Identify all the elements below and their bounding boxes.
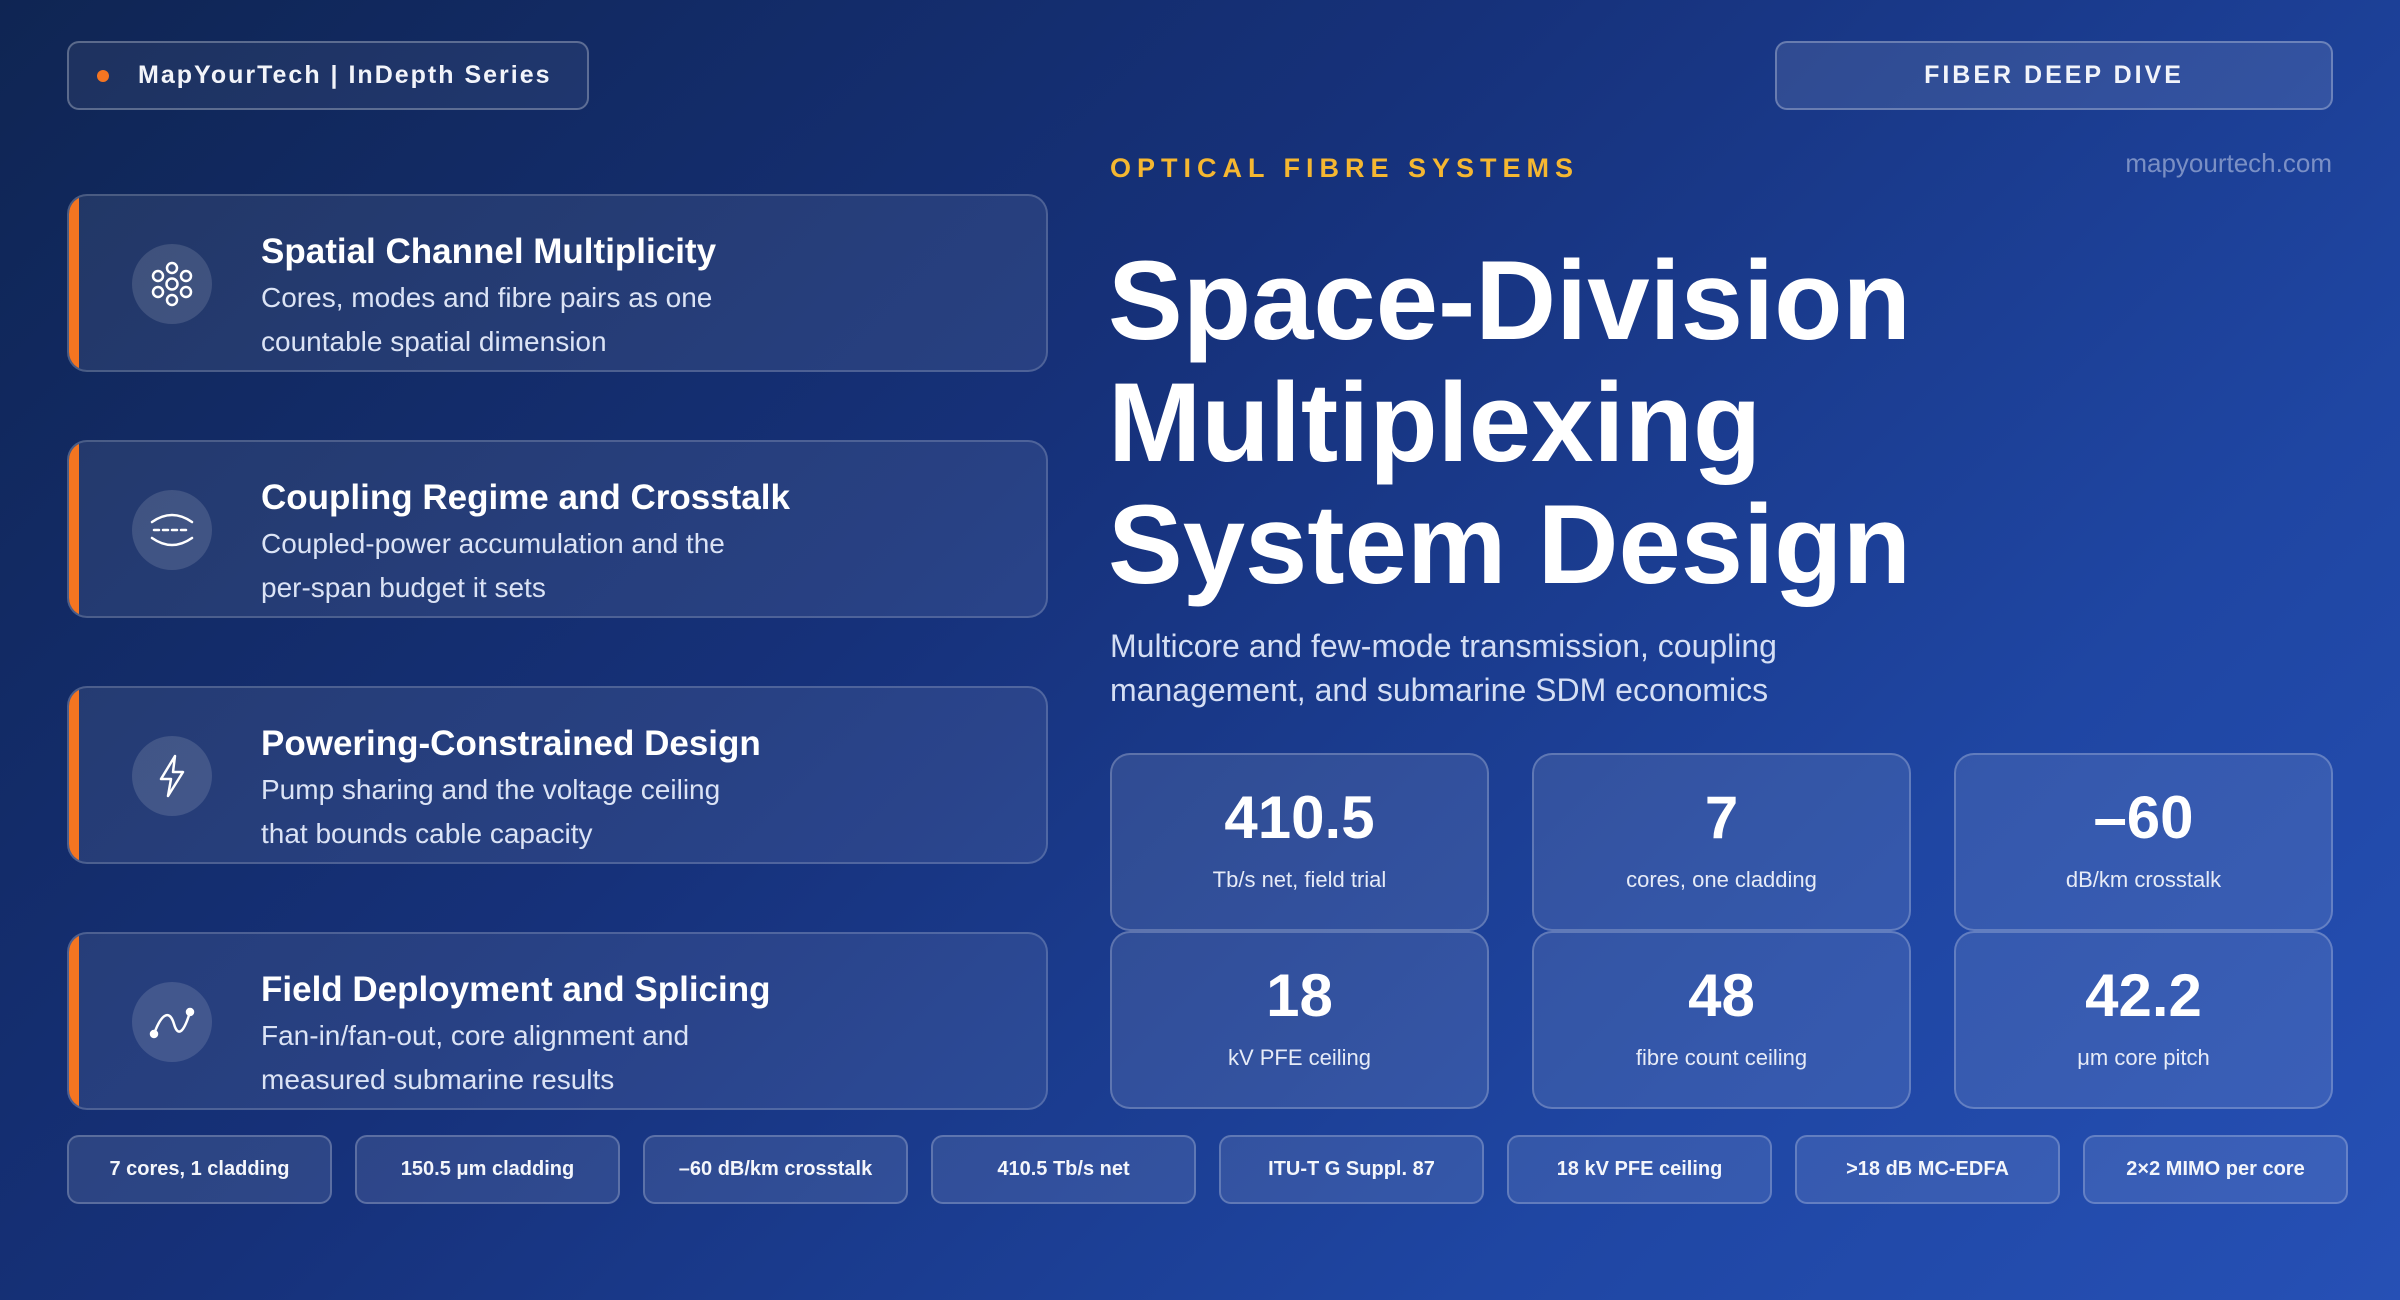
- stat-label: cores, one cladding: [1626, 867, 1817, 892]
- wave-curve-icon: [132, 982, 212, 1062]
- topic-card-description: Fan-in/fan-out, core alignment and measu…: [261, 1014, 781, 1102]
- stat-card-throughput: 410.5 Tb/s net, field trial: [1110, 753, 1489, 931]
- stat-card-core-pitch: 42.2 μm core pitch: [1954, 931, 2333, 1109]
- topic-card-description: Coupled-power accumulation and the per-s…: [261, 522, 781, 610]
- series-badge-label: MapYourTech | InDepth Series: [138, 61, 552, 89]
- description-line: Cores, modes and fibre pairs as one: [261, 282, 713, 313]
- card-accent-bar: [69, 196, 79, 370]
- stat-value: –60: [2093, 784, 2194, 851]
- topic-card-title: Coupling Regime and Crosstalk: [261, 478, 790, 517]
- topic-card-title: Powering-Constrained Design: [261, 724, 761, 763]
- stat-label: μm core pitch: [2077, 1045, 2210, 1070]
- page-subtitle: Multicore and few-mode transmission, cou…: [1110, 628, 1777, 708]
- lightning-icon: [132, 736, 212, 816]
- cores-cluster-icon: [132, 244, 212, 324]
- card-accent-bar: [69, 442, 79, 616]
- description-line: Fan-in/fan-out, core alignment and: [261, 1020, 690, 1051]
- topic-card-description: Pump sharing and the voltage ceiling tha…: [261, 768, 781, 856]
- topic-card-title: Field Deployment and Splicing: [261, 970, 771, 1009]
- topic-card-powering-constrained[interactable]: Powering-Constrained Design Pump sharing…: [67, 686, 1048, 864]
- tag-chip[interactable]: –60 dB/km crosstalk: [643, 1135, 908, 1204]
- description-line: Pump sharing and the voltage ceiling: [261, 774, 721, 805]
- stat-value: 42.2: [2085, 962, 2202, 1029]
- stat-label: fibre count ceiling: [1635, 1045, 1808, 1070]
- status-dot-icon: [97, 69, 109, 82]
- tag-chip[interactable]: 7 cores, 1 cladding: [67, 1135, 332, 1204]
- tag-chip[interactable]: 150.5 μm cladding: [355, 1135, 620, 1204]
- stat-value: 18: [1266, 962, 1333, 1029]
- card-accent-bar: [69, 688, 79, 862]
- description-line: that bounds cable capacity: [261, 818, 593, 849]
- stat-value: 7: [1704, 784, 1739, 851]
- title-line: Multiplexing: [1108, 360, 1762, 485]
- description-line: Coupled-power accumulation and the: [261, 528, 725, 559]
- tag-chip[interactable]: 410.5 Tb/s net: [931, 1135, 1196, 1204]
- stat-value: 410.5: [1224, 784, 1375, 851]
- stat-card-crosstalk: –60 dB/km crosstalk: [1954, 753, 2333, 931]
- topic-card-description: Cores, modes and fibre pairs as one coun…: [261, 276, 781, 364]
- stat-value: 48: [1688, 962, 1755, 1029]
- tag-chip[interactable]: ITU-T G Suppl. 87: [1219, 1135, 1484, 1204]
- stat-card-fibre-count: 48 fibre count ceiling: [1532, 931, 1911, 1109]
- description-line: per-span budget it sets: [261, 572, 546, 603]
- title-line: System Design: [1108, 482, 1911, 607]
- tag-chip[interactable]: 18 kV PFE ceiling: [1507, 1135, 1772, 1204]
- series-badge: MapYourTech | InDepth Series: [67, 41, 589, 110]
- topic-card-field-deployment[interactable]: Field Deployment and Splicing Fan-in/fan…: [67, 932, 1048, 1110]
- topic-card-title: Spatial Channel Multiplicity: [261, 232, 717, 271]
- description-line: measured submarine results: [261, 1064, 615, 1095]
- tag-chip[interactable]: 2×2 MIMO per core: [2083, 1135, 2348, 1204]
- stat-label: kV PFE ceiling: [1227, 1045, 1372, 1070]
- stat-label: dB/km crosstalk: [2065, 867, 2222, 892]
- page-title: Space-Division Multiplexing System Desig…: [1108, 240, 2208, 606]
- website-link[interactable]: mapyourtech.com: [2125, 148, 2332, 179]
- stat-card-cores: 7 cores, one cladding: [1532, 753, 1911, 931]
- topic-card-coupling-regime[interactable]: Coupling Regime and Crosstalk Coupled-po…: [67, 440, 1048, 618]
- fiber-deep-dive-pill: FIBER DEEP DIVE: [1775, 41, 2333, 110]
- eyebrow-label: OPTICAL FIBRE SYSTEMS: [1110, 153, 1580, 183]
- description-line: countable spatial dimension: [261, 326, 607, 357]
- card-accent-bar: [69, 934, 79, 1108]
- topic-card-spatial-channel[interactable]: Spatial Channel Multiplicity Cores, mode…: [67, 194, 1048, 372]
- coupling-icon: [132, 490, 212, 570]
- stat-label: Tb/s net, field trial: [1212, 867, 1387, 892]
- stat-card-pfe-ceiling: 18 kV PFE ceiling: [1110, 931, 1489, 1109]
- title-line: Space-Division: [1108, 238, 1911, 363]
- tag-chip[interactable]: >18 dB MC-EDFA: [1795, 1135, 2060, 1204]
